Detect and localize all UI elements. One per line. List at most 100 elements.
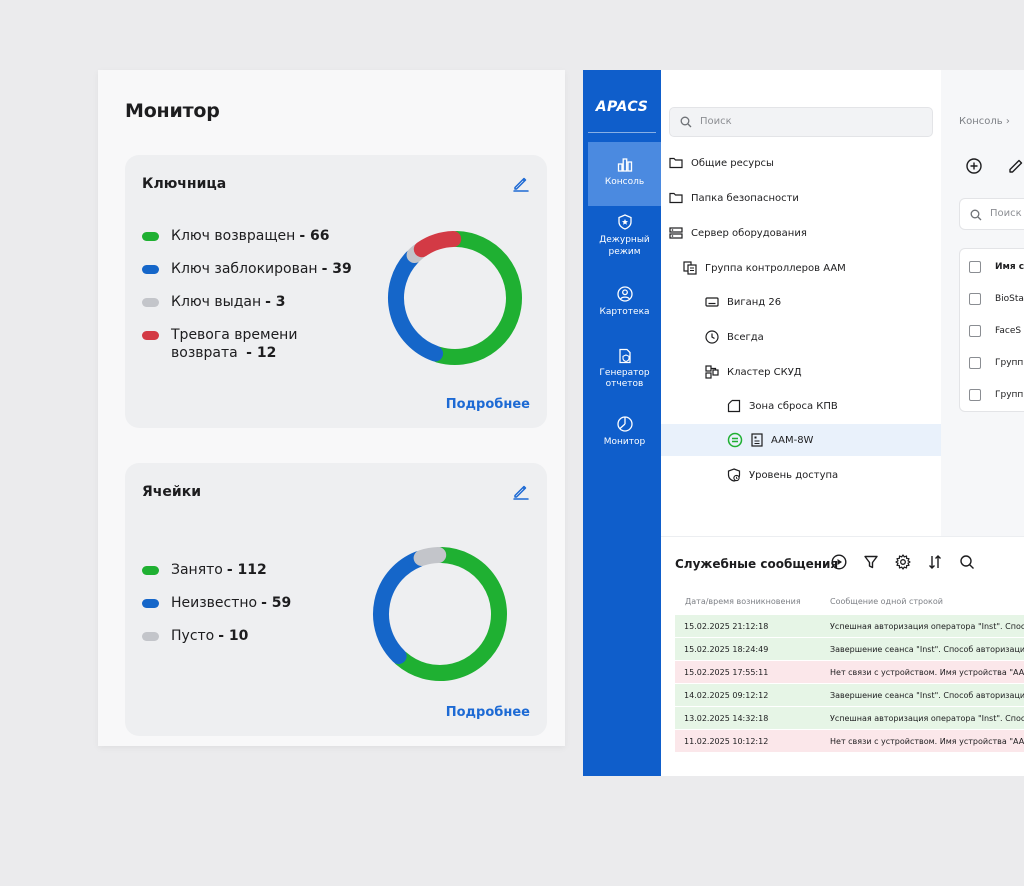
donut-slice-3 xyxy=(413,547,447,566)
tree-item-access-level[interactable]: Уровень доступа xyxy=(727,459,838,491)
tree-item-label: Кластер СКУД xyxy=(727,366,802,378)
legend-label: Тревога времени xyxy=(171,327,298,343)
legend-item: Ключ заблокирован - 39 xyxy=(142,260,352,293)
filter-icon[interactable] xyxy=(863,554,879,570)
table-search-input[interactable]: Поиск xyxy=(959,198,1024,230)
sidebar-item-label: Дежурный режим xyxy=(599,235,650,257)
tree-item-wiegand[interactable]: Виганд 26 xyxy=(705,286,781,318)
sort-icon[interactable] xyxy=(927,554,943,570)
sidebar-item-console[interactable]: Консоль xyxy=(588,142,661,206)
legend-value: - 59 xyxy=(261,595,292,611)
sidebar-item-label: Генератор отчетов xyxy=(599,368,650,389)
tree-item-label: Зона сброса КПВ xyxy=(749,400,838,412)
gear-icon[interactable] xyxy=(895,554,911,570)
more-link[interactable]: Подробнее xyxy=(446,705,530,720)
zone-icon xyxy=(727,399,741,413)
log-time: 11.02.2025 10:12:12 xyxy=(684,737,769,746)
tree-item-hardware-server[interactable]: Сервер оборудования xyxy=(669,217,807,249)
more-link[interactable]: Подробнее xyxy=(446,397,530,412)
sidebar-item-duty-mode[interactable]: Дежурный режим xyxy=(588,214,661,258)
log-row[interactable]: 15.02.2025 17:55:11 Нет связи с устройст… xyxy=(675,661,1024,684)
log-row[interactable]: 14.02.2025 09:12:12 Завершение сеанса "I… xyxy=(675,684,1024,707)
controller-group-icon xyxy=(683,261,697,275)
breadcrumb[interactable]: Консоль › xyxy=(959,116,1010,127)
donut-slice-4 xyxy=(413,231,462,258)
table-cell: BioSta xyxy=(995,294,1024,304)
tree-item-label: Группа контроллеров AAM xyxy=(705,262,846,274)
tree-item-controller-group[interactable]: Группа контроллеров AAM xyxy=(683,252,846,284)
row-checkbox[interactable] xyxy=(969,325,981,337)
tree-item-label: Всегда xyxy=(727,331,764,343)
cluster-icon xyxy=(705,365,719,379)
tree-item-label: Папка безопасности xyxy=(691,192,799,204)
tree-item-label: Сервер оборудования xyxy=(691,227,807,239)
log-row[interactable]: 13.02.2025 14:32:18 Успешная авторизация… xyxy=(675,707,1024,730)
table-cell: Групп xyxy=(995,358,1024,368)
tree-item-reset-zone[interactable]: Зона сброса КПВ xyxy=(727,390,838,422)
edit-icon[interactable] xyxy=(511,173,531,193)
objects-table: Имя с BioSta FaceS Групп Групп xyxy=(959,248,1024,412)
column-header-message: Сообщение одной строкой xyxy=(830,597,943,606)
table-row[interactable]: Групп xyxy=(960,379,1024,411)
log-message: Успешная авторизация оператора "Inst". С… xyxy=(830,622,1024,631)
tree-item-common-resources[interactable]: Общие ресурсы xyxy=(669,147,774,179)
table-row[interactable]: Групп xyxy=(960,347,1024,379)
log-row[interactable]: 15.02.2025 21:12:18 Успешная авторизация… xyxy=(675,615,1024,638)
legend-swatch xyxy=(142,566,159,575)
table-row[interactable]: FaceS xyxy=(960,315,1024,347)
search-icon xyxy=(680,116,692,128)
row-checkbox[interactable] xyxy=(969,357,981,369)
folder-icon xyxy=(669,192,683,204)
play-icon[interactable] xyxy=(831,554,847,570)
search-icon[interactable] xyxy=(959,554,975,570)
log-message: Завершение сеанса "Inst". Способ авториз… xyxy=(830,691,1024,700)
legend-label-wrap: Тревога времени возврата - 12 xyxy=(171,326,297,362)
log-row[interactable]: 11.02.2025 10:12:12 Нет связи с устройст… xyxy=(675,730,1024,753)
donut-slice-1 xyxy=(430,231,522,365)
log-row[interactable]: 15.02.2025 18:24:49 Завершение сеанса "I… xyxy=(675,638,1024,661)
tree-item-acs-cluster[interactable]: Кластер СКУД xyxy=(705,356,802,388)
legend-value: - 3 xyxy=(265,294,286,310)
object-tree-pane: Поиск Общие ресурсы Папка безопасности С… xyxy=(661,70,941,536)
add-icon[interactable] xyxy=(965,157,983,175)
tree-item-label: Уровень доступа xyxy=(749,469,839,481)
legend-label: Ключ выдан xyxy=(171,294,262,310)
tree-item-always[interactable]: Всегда xyxy=(705,321,764,353)
edit-pencil-icon[interactable] xyxy=(1007,157,1024,175)
monitor-panel: Монитор Ключница Ключ возвращен - 66 Клю… xyxy=(98,70,565,746)
legend-label: Занято xyxy=(171,562,223,578)
tree-item-aam-8w[interactable]: AAM-8W xyxy=(661,424,941,456)
tree-item-security-folder[interactable]: Папка безопасности xyxy=(669,182,799,214)
legend-value: - 39 xyxy=(321,261,352,277)
row-checkbox[interactable] xyxy=(969,293,981,305)
column-header-time: Дата/время возникновения xyxy=(685,597,801,606)
sidebar-item-monitor[interactable]: Монитор xyxy=(588,416,661,448)
search-input[interactable]: Поиск xyxy=(669,107,933,137)
donut-chart-keys xyxy=(388,231,522,365)
donut-slice-2 xyxy=(373,551,427,665)
table-cell: Групп xyxy=(995,390,1024,400)
legend-swatch xyxy=(142,632,159,641)
wiegand-icon xyxy=(705,297,719,307)
log-time: 15.02.2025 17:55:11 xyxy=(684,668,769,677)
duty-icon xyxy=(617,214,632,230)
sidebar-item-card-index[interactable]: Картотека xyxy=(588,286,661,318)
search-icon xyxy=(970,209,982,221)
column-header: Имя с xyxy=(995,262,1024,272)
folder-icon xyxy=(669,157,683,169)
legend-label: Пусто xyxy=(171,628,215,644)
widget-cells: Ячейки Занято - 112 Неизвестно - 59 Пуст… xyxy=(125,463,547,736)
widget-title: Ключница xyxy=(142,176,227,192)
widget-title: Ячейки xyxy=(142,484,202,500)
row-checkbox[interactable] xyxy=(969,389,981,401)
edit-icon[interactable] xyxy=(511,481,531,501)
sidebar-item-label: Консоль xyxy=(604,177,645,187)
details-pane: Консоль › Поиск Имя с BioSta FaceS Групп… xyxy=(941,70,1024,536)
sidebar-item-report-generator[interactable]: Генератор отчетов xyxy=(588,348,661,390)
select-all-checkbox[interactable] xyxy=(969,261,981,273)
table-row[interactable]: BioSta xyxy=(960,283,1024,315)
legend-item: Занято - 112 xyxy=(142,561,291,594)
tree-item-label: AAM-8W xyxy=(771,434,814,446)
tree-item-label: Виганд 26 xyxy=(727,296,782,308)
log-time: 15.02.2025 21:12:18 xyxy=(684,622,769,631)
